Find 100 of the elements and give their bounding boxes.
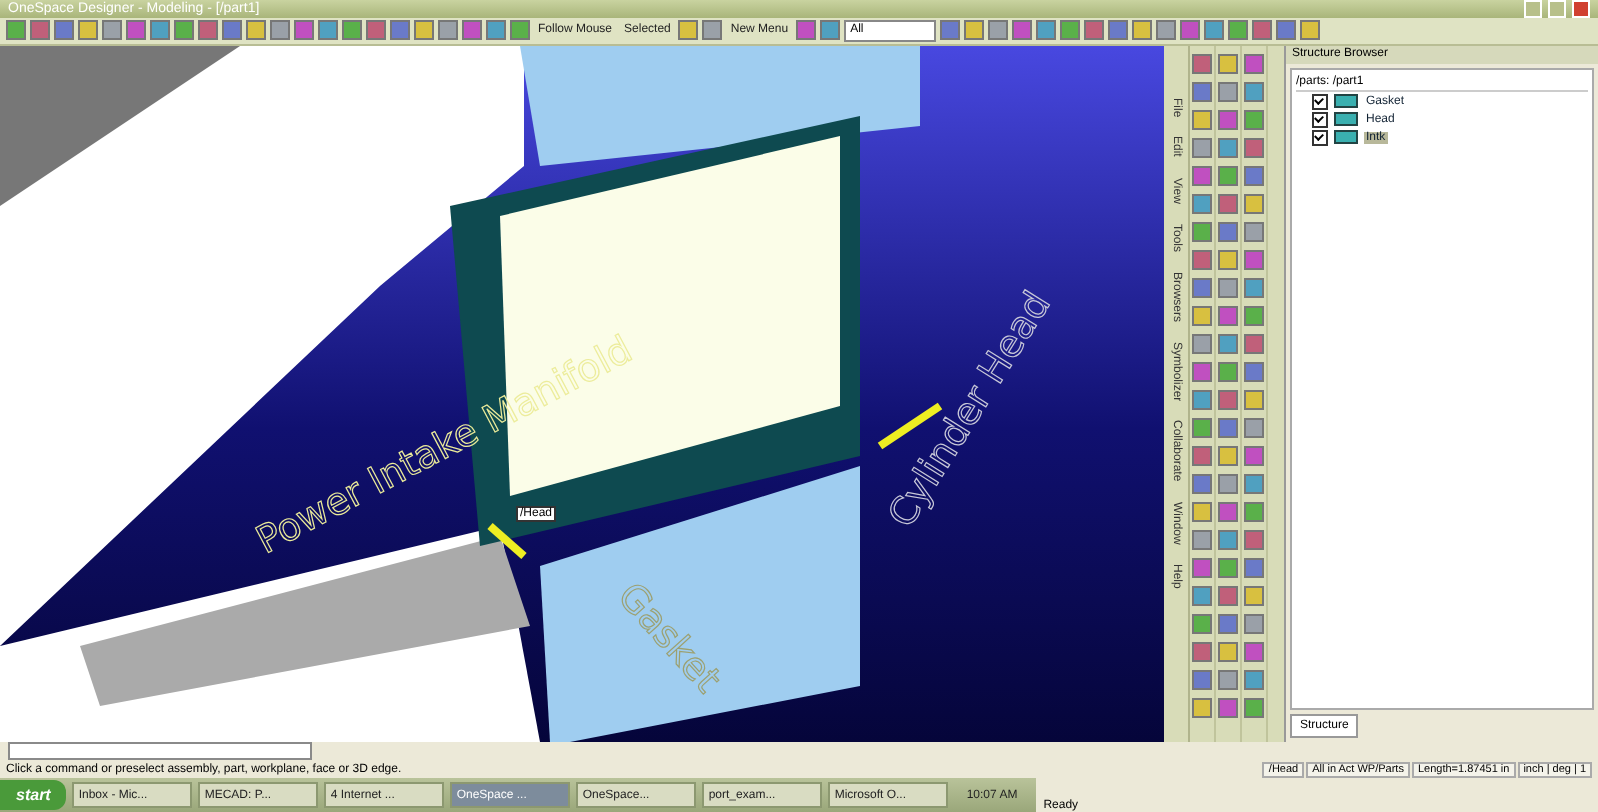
tool-icon[interactable] [1218,249,1238,270]
tool-icon[interactable] [1192,221,1212,242]
tool-icon[interactable] [1218,473,1238,494]
tool-icon[interactable] [1192,473,1212,494]
tool-icon[interactable] [1218,165,1238,186]
toolbar-icon[interactable] [294,20,314,41]
toolbar-icon[interactable] [150,20,170,41]
tool-icon[interactable] [1244,501,1264,522]
toolbar-icon[interactable] [342,20,362,41]
toolbar-icon[interactable] [1180,20,1201,41]
toolbar-icon[interactable] [174,20,194,41]
tool-icon[interactable] [1192,53,1212,74]
tool-icon[interactable] [1218,501,1238,522]
tool-icon[interactable] [1192,669,1212,690]
toolbar-icon[interactable] [102,20,122,41]
tool-icon[interactable] [1244,389,1264,410]
tool-icon[interactable] [1244,361,1264,382]
tool-icon[interactable] [1218,361,1238,382]
visibility-checkbox[interactable] [1312,93,1328,110]
tool-icon[interactable] [1192,277,1212,298]
toolbar-icon[interactable] [54,20,74,41]
toolbar-icon[interactable] [270,20,290,41]
tool-icon[interactable] [1244,445,1264,466]
tool-icon[interactable] [1192,333,1212,354]
toolbar-icon[interactable] [964,20,985,41]
toolbar-icon[interactable] [1204,20,1225,41]
toolbar-icon[interactable] [1252,20,1273,41]
tool-icon[interactable] [1192,109,1212,130]
tool-icon[interactable] [1218,109,1238,130]
toolbar-icon[interactable] [820,20,841,41]
toolbar-icon[interactable] [1012,20,1033,41]
tool-icon[interactable] [1218,193,1238,214]
tool-icon[interactable] [1244,585,1264,606]
tool-icon[interactable] [1192,249,1212,270]
tool-icon[interactable] [1218,585,1238,606]
tool-icon[interactable] [1218,221,1238,242]
tool-icon[interactable] [1244,221,1264,242]
tool-icon[interactable] [1244,613,1264,634]
tool-icon[interactable] [1218,137,1238,158]
tool-icon[interactable] [1218,333,1238,354]
tool-icon[interactable] [1218,557,1238,578]
toolbar-icon[interactable] [414,20,434,41]
tool-icon[interactable] [1218,613,1238,634]
tool-icon[interactable] [1192,697,1212,718]
tool-icon[interactable] [1192,445,1212,466]
tool-icon[interactable] [1218,445,1238,466]
toolbar-icon[interactable] [222,20,242,41]
toolbar-icon[interactable] [1060,20,1081,41]
minimize-button[interactable] [1524,0,1542,18]
tool-icon[interactable] [1244,53,1264,74]
toolbar-icon[interactable] [940,20,961,41]
tool-icon[interactable] [1192,501,1212,522]
tool-icon[interactable] [1218,53,1238,74]
tool-icon[interactable] [1244,333,1264,354]
toolbar-icon[interactable] [678,20,699,41]
toolbar-icon[interactable] [1084,20,1105,41]
tool-icon[interactable] [1218,529,1238,550]
toolbar-icon[interactable] [1228,20,1249,41]
toolbar-icon[interactable] [1108,20,1129,41]
tool-icon[interactable] [1192,165,1212,186]
tool-icon[interactable] [1192,641,1212,662]
tool-icon[interactable] [1244,137,1264,158]
toolbar-icon[interactable] [366,20,386,41]
tool-icon[interactable] [1244,417,1264,438]
toolbar-icon[interactable] [318,20,338,41]
tool-icon[interactable] [1218,417,1238,438]
toolbar-icon[interactable] [1156,20,1177,41]
tool-icon[interactable] [1244,669,1264,690]
toolbar-icon[interactable] [30,20,50,41]
tool-icon[interactable] [1192,305,1212,326]
tool-icon[interactable] [1244,81,1264,102]
tool-icon[interactable] [1192,193,1212,214]
tool-icon[interactable] [1218,277,1238,298]
tool-icon[interactable] [1218,641,1238,662]
toolbar-icon[interactable] [702,20,723,41]
tool-icon[interactable] [1218,81,1238,102]
toolbar-icon[interactable] [390,20,410,41]
tool-icon[interactable] [1192,613,1212,634]
tool-icon[interactable] [1192,361,1212,382]
toolbar-icon[interactable] [796,20,817,41]
toolbar-icon[interactable] [486,20,506,41]
toolbar-icon[interactable] [78,20,98,41]
tool-icon[interactable] [1244,165,1264,186]
tool-icon[interactable] [1244,529,1264,550]
tool-icon[interactable] [1192,529,1212,550]
tool-icon[interactable] [1218,389,1238,410]
maximize-button[interactable] [1548,0,1566,18]
tool-icon[interactable] [1244,641,1264,662]
tool-icon[interactable] [1192,137,1212,158]
tool-icon[interactable] [1244,305,1264,326]
tool-icon[interactable] [1192,557,1212,578]
toolbar-icon[interactable] [6,20,26,41]
toolbar-icon[interactable] [462,20,482,41]
toolbar-icon[interactable] [1036,20,1057,41]
tool-icon[interactable] [1244,473,1264,494]
toolbar-icon[interactable] [246,20,266,41]
tool-icon[interactable] [1244,193,1264,214]
toolbar-icon[interactable] [988,20,1009,41]
tool-icon[interactable] [1192,585,1212,606]
tool-icon[interactable] [1244,697,1264,718]
